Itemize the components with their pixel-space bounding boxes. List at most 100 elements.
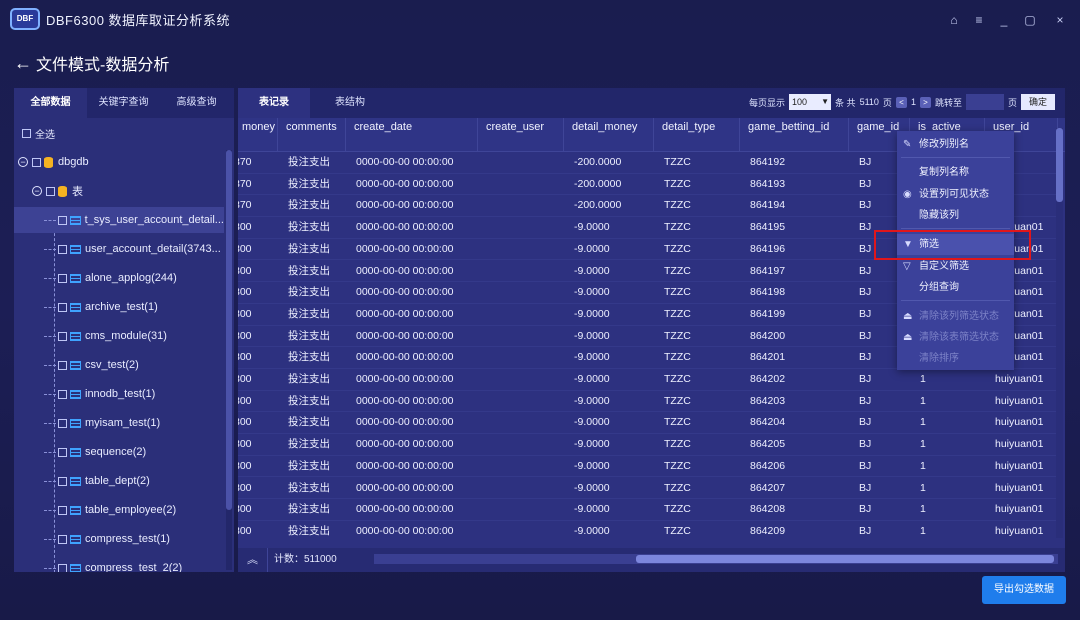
context-menu-item[interactable]: 隐藏该列	[897, 205, 1014, 226]
context-menu-item[interactable]: 分组查询	[897, 277, 1014, 298]
table-row[interactable]: 300 投注支出 0000-00-00 00:00:00 -9.0000 TZZC 864…	[238, 391, 1058, 413]
tab-all-data[interactable]: 全部数据	[14, 88, 87, 118]
table-row[interactable]: 300 投注支出 0000-00-00 00:00:00 -9.0000 TZZC 864…	[238, 521, 1058, 542]
column-header-detail-money[interactable]: detail_money	[564, 118, 654, 152]
tree-checkbox[interactable]	[58, 418, 67, 428]
tree-table-item[interactable]: table_employee(2)	[14, 497, 224, 523]
left-scrollbar-thumb[interactable]	[226, 150, 232, 510]
tab-table-structure[interactable]: 表结构	[314, 88, 386, 118]
tree-checkbox[interactable]	[46, 186, 55, 196]
tree-table-label: innodb_test(1)	[85, 388, 156, 400]
tree-checkbox[interactable]	[58, 331, 67, 341]
tree-table-item[interactable]: cms_module(31)	[14, 323, 224, 349]
tree-table-item[interactable]: compress_test(1)	[14, 526, 224, 552]
collapse-icon[interactable]: −	[32, 186, 42, 196]
cell-create-user	[488, 347, 574, 368]
cell-create-user	[488, 239, 574, 260]
home-icon[interactable]: ⌂	[946, 12, 962, 28]
tree-checkbox[interactable]	[57, 215, 67, 225]
column-header-comments[interactable]: comments	[278, 118, 346, 152]
tree-table-item[interactable]: myisam_test(1)	[14, 410, 224, 436]
app-title: DBF6300 数据库取证分析系统	[46, 13, 231, 28]
collapse-footer-button[interactable]: ︽	[238, 548, 268, 572]
cell-detail-type: TZZC	[664, 329, 691, 342]
tree-table-item[interactable]: innodb_test(1)	[14, 381, 224, 407]
maximize-icon[interactable]: ▢	[1022, 12, 1038, 28]
table-vertical-scrollbar[interactable]	[1056, 128, 1063, 538]
table-row[interactable]: 300 投注支出 0000-00-00 00:00:00 -9.0000 TZZC 864…	[238, 412, 1058, 435]
cell-create-date: 0000-00-00 00:00:00	[356, 199, 454, 212]
select-all[interactable]: 全选	[22, 126, 55, 141]
cell-detail-money: -200.0000	[574, 156, 622, 168]
cell-money: 300	[238, 242, 252, 255]
column-header-game-betting-id[interactable]: game_betting_id	[740, 118, 849, 152]
tree-checkbox[interactable]	[58, 476, 67, 486]
table-row[interactable]: 300 投注支出 0000-00-00 00:00:00 -9.0000 TZZC 864…	[238, 369, 1058, 391]
menu-icon[interactable]: ≡	[971, 12, 987, 28]
per-page-select[interactable]: 100	[789, 94, 832, 110]
tree-table-item[interactable]: alone_applog(244)	[14, 265, 224, 291]
cell-create-user	[488, 456, 574, 477]
tree-table-item[interactable]: sequence(2)	[14, 439, 224, 465]
column-header-create-user[interactable]: create_user	[478, 118, 564, 152]
close-icon[interactable]: ×	[1052, 12, 1068, 28]
column-header-detail-type[interactable]: detail_type	[654, 118, 740, 152]
tab-table-records[interactable]: 表记录	[238, 88, 310, 118]
cell-detail-type: TZZC	[664, 307, 691, 320]
next-page-button[interactable]: >	[919, 96, 931, 108]
table-icon	[70, 505, 81, 515]
table-row[interactable]: 300 投注支出 0000-00-00 00:00:00 -9.0000 TZZC 864…	[238, 456, 1058, 478]
back-arrow-icon[interactable]: ←	[14, 53, 32, 74]
jump-page-input[interactable]	[965, 94, 1004, 110]
tree-checkbox[interactable]	[58, 563, 67, 572]
cell-create-date: 0000-00-00 00:00:00	[356, 394, 454, 407]
table-row[interactable]: 300 投注支出 0000-00-00 00:00:00 -9.0000 TZZC 864…	[238, 478, 1058, 500]
context-menu-label: 自定义筛选	[919, 261, 969, 272]
cell-game-betting-id: 864198	[750, 286, 786, 299]
tab-keyword-search[interactable]: 关键字查询	[87, 88, 160, 118]
context-menu-item[interactable]: 复制列名称	[897, 162, 1014, 183]
minimize-icon[interactable]: _	[996, 12, 1012, 28]
tree-node-tables-group[interactable]: − 表	[14, 178, 224, 204]
cell-detail-type: TZZC	[664, 199, 691, 212]
tab-advanced-search[interactable]: 高级查询	[160, 88, 233, 118]
tree-table-item[interactable]: t_sys_user_account_detail...	[14, 207, 224, 233]
export-selected-button[interactable]: 导出勾选数据	[982, 576, 1066, 604]
tree-table-item[interactable]: csv_test(2)	[14, 352, 224, 378]
table-row[interactable]: 300 投注支出 0000-00-00 00:00:00 -9.0000 TZZC 864…	[238, 499, 1058, 521]
collapse-icon[interactable]: −	[18, 157, 28, 167]
tree-table-item[interactable]: table_dept(2)	[14, 468, 224, 494]
tree-table-item[interactable]: compress_test_2(2)	[14, 555, 224, 572]
tree-checkbox[interactable]	[58, 244, 67, 254]
table-vertical-scrollbar-thumb[interactable]	[1056, 128, 1063, 202]
tree-checkbox[interactable]	[58, 360, 67, 370]
cell-game-betting-id: 864197	[750, 264, 786, 277]
column-header-create-date[interactable]: create_date	[346, 118, 478, 152]
cell-comments: 投注支出	[288, 199, 330, 212]
table-horizontal-scrollbar[interactable]	[374, 554, 1058, 564]
column-header-money[interactable]: money	[238, 118, 278, 152]
cell-comments: 投注支出	[288, 156, 330, 168]
jump-ok-button[interactable]: 确定	[1020, 94, 1055, 110]
tree-table-item[interactable]: archive_test(1)	[14, 294, 224, 320]
cell-detail-money: -9.0000	[574, 481, 610, 494]
context-menu-item[interactable]: ✎ 修改列别名	[897, 134, 1014, 155]
context-menu-item[interactable]: ◉ 设置列可见状态	[897, 184, 1014, 205]
cell-detail-type: TZZC	[664, 221, 691, 234]
left-scrollbar[interactable]	[226, 150, 232, 570]
table-row[interactable]: 300 投注支出 0000-00-00 00:00:00 -9.0000 TZZC 864…	[238, 434, 1058, 456]
tree-checkbox[interactable]	[58, 302, 67, 312]
tree-checkbox[interactable]	[58, 505, 67, 515]
tree-checkbox[interactable]	[58, 273, 67, 283]
table-icon	[70, 447, 81, 457]
select-all-checkbox[interactable]	[22, 129, 31, 138]
prev-page-button[interactable]: <	[895, 96, 907, 108]
table-icon	[70, 418, 81, 428]
tree-checkbox[interactable]	[58, 447, 67, 457]
tree-checkbox[interactable]	[58, 389, 67, 399]
tree-checkbox[interactable]	[58, 534, 67, 544]
table-horizontal-scrollbar-thumb[interactable]	[636, 555, 1054, 563]
tree-node-db[interactable]: − dbgdb	[14, 149, 224, 175]
tree-table-item[interactable]: user_account_detail(3743...	[14, 236, 224, 262]
tree-checkbox[interactable]	[32, 157, 41, 167]
